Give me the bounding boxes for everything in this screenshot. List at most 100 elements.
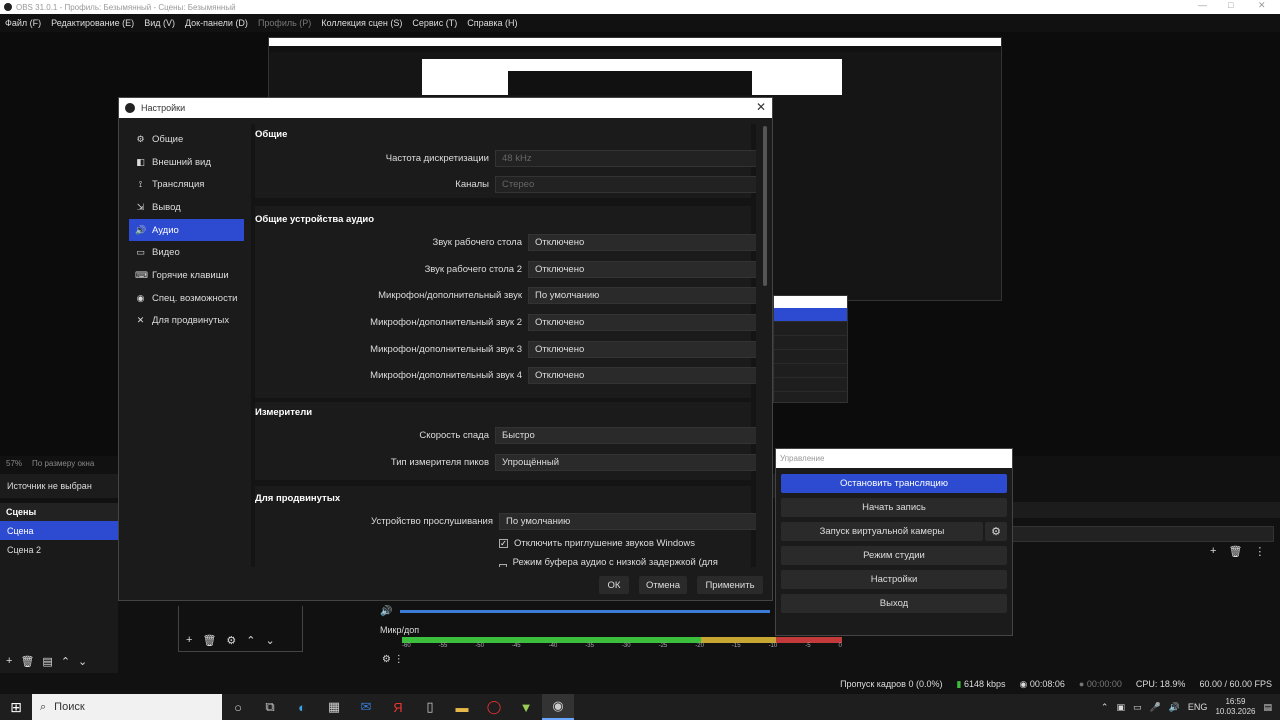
- nav-advanced[interactable]: ✕ Для продвинутых: [129, 310, 244, 333]
- add-source-icon[interactable]: +: [186, 634, 192, 646]
- nav-output[interactable]: ⇲ Вывод: [129, 196, 244, 219]
- zoom-mode: По размеру окна: [32, 458, 95, 468]
- tray-app-icon[interactable]: ▣: [1116, 702, 1125, 713]
- window-titlebar: OBS 31.0.1 - Профиль: Безымянный - Сцены…: [0, 0, 1280, 14]
- volume-tray-icon[interactable]: 🔊: [1169, 702, 1180, 713]
- menu-scene-collection[interactable]: Коллекция сцен (S): [321, 18, 402, 28]
- language-indicator[interactable]: ENG: [1188, 702, 1208, 712]
- clock[interactable]: 16:59 10.03.2026: [1215, 697, 1255, 717]
- monitoring-label: Устройство прослушивания: [371, 516, 493, 527]
- ducking-checkbox[interactable]: ✓: [499, 539, 508, 548]
- microphone-icon[interactable]: 🎤: [1149, 702, 1160, 713]
- settings-button[interactable]: Настройки: [781, 570, 1007, 589]
- opera-icon[interactable]: ◯: [478, 694, 510, 720]
- nav-stream[interactable]: ⟟ Трансляция: [129, 173, 244, 196]
- add-scene-icon[interactable]: +: [6, 655, 12, 667]
- taskbar-search[interactable]: ⌕ Поиск: [32, 694, 222, 720]
- volume-slider[interactable]: [400, 610, 770, 613]
- add-icon[interactable]: +: [1210, 545, 1216, 563]
- minimize-button[interactable]: —: [1198, 0, 1207, 10]
- decay-select[interactable]: Быстро: [495, 427, 756, 444]
- mic-audio-4-row: Микрофон/дополнительный звук 4 Отключено: [251, 367, 756, 384]
- menu-edit[interactable]: Редактирование (E): [51, 18, 134, 28]
- store-icon[interactable]: ▦: [318, 694, 350, 720]
- mic-audio-3-select[interactable]: Отключено: [528, 341, 756, 358]
- app-icon[interactable]: ▼: [510, 694, 542, 720]
- nav-hotkeys[interactable]: ⌨ Горячие клавиши: [129, 264, 244, 287]
- mixer-settings-icon[interactable]: ⚙ ⋮: [382, 654, 404, 665]
- studio-mode-button[interactable]: Режим студии: [781, 546, 1007, 565]
- nav-appearance[interactable]: ◧ Внешний вид: [129, 151, 244, 174]
- ducking-checkbox-row[interactable]: ✓ Отключить приглушение звуков Windows: [499, 538, 695, 549]
- scene-item[interactable]: Сцена: [0, 521, 118, 540]
- start-button[interactable]: ⊞: [0, 694, 32, 720]
- mic-audio-4-select[interactable]: Отключено: [528, 367, 756, 384]
- move-down-icon[interactable]: ⌄: [266, 634, 275, 647]
- low-latency-checkbox-row[interactable]: Режим буфера аудио с низкой задержкой (д…: [499, 557, 756, 567]
- volume-icon[interactable]: 🔊: [380, 606, 392, 617]
- close-icon[interactable]: ✕: [756, 100, 766, 114]
- file-icon[interactable]: ▯: [414, 694, 446, 720]
- monitoring-row: Устройство прослушивания По умолчанию: [251, 513, 756, 530]
- ok-button[interactable]: ОК: [599, 576, 629, 594]
- move-up-icon[interactable]: ⌃: [246, 634, 255, 647]
- cancel-button[interactable]: Отмена: [639, 576, 687, 594]
- nav-accessibility[interactable]: ◉ Спец. возможности: [129, 287, 244, 310]
- notifications-icon[interactable]: ▤: [1263, 702, 1272, 713]
- right-dock-toolbar: + 🗑 ⋮: [1210, 545, 1280, 563]
- remove-scene-icon[interactable]: 🗑: [20, 655, 34, 668]
- menu-tools[interactable]: Сервис (T): [412, 18, 457, 28]
- remove-source-icon[interactable]: 🗑: [202, 634, 216, 647]
- fps: 60.00 / 60.00 FPS: [1199, 679, 1272, 689]
- wrench-icon: ✕: [136, 315, 145, 326]
- nav-general[interactable]: ⚙ Общие: [129, 128, 244, 151]
- low-latency-label: Режим буфера аудио с низкой задержкой (д…: [512, 557, 718, 567]
- virtual-camera-button[interactable]: Запуск виртуальной камеры: [781, 522, 983, 541]
- dropped-frames: Пропуск кадров 0 (0.0%): [840, 679, 943, 689]
- network-icon[interactable]: ▭: [1133, 702, 1142, 713]
- start-record-button[interactable]: Начать запись: [781, 498, 1007, 517]
- tray-chevron-icon[interactable]: ⌃: [1101, 702, 1109, 713]
- folder-icon[interactable]: ▬: [446, 694, 478, 720]
- cortana-icon[interactable]: ○: [222, 694, 254, 720]
- apply-button[interactable]: Применить: [697, 576, 763, 594]
- nav-label: Вывод: [152, 201, 181, 213]
- trash-icon[interactable]: 🗑: [1228, 545, 1242, 563]
- stop-stream-button[interactable]: Остановить трансляцию: [781, 474, 1007, 493]
- peak-select[interactable]: Упрощённый: [495, 454, 756, 471]
- obs-taskbar-icon[interactable]: ◉: [542, 694, 574, 720]
- scene-filters-icon[interactable]: ▤: [42, 655, 52, 668]
- settings-scrollbar[interactable]: [763, 126, 767, 286]
- menu-file[interactable]: Файл (F): [5, 18, 41, 28]
- menu-bar: Файл (F) Редактирование (E) Вид (V) Док-…: [0, 14, 1280, 32]
- device-value: Отключено: [535, 344, 585, 355]
- scene-item[interactable]: Сцена 2: [0, 540, 118, 559]
- maximize-button[interactable]: □: [1228, 0, 1233, 10]
- exit-button[interactable]: Выход: [781, 594, 1007, 613]
- source-properties-icon[interactable]: ⚙: [226, 634, 236, 647]
- mic-audio-3-row: Микрофон/дополнительный звук 3 Отключено: [251, 341, 756, 358]
- more-icon[interactable]: ⋮: [1254, 545, 1265, 563]
- task-view-icon[interactable]: ⧉: [254, 694, 286, 720]
- desktop-audio-select[interactable]: Отключено: [528, 234, 756, 251]
- mic-audio-2-select[interactable]: Отключено: [528, 314, 756, 331]
- menu-view[interactable]: Вид (V): [144, 18, 175, 28]
- close-window-button[interactable]: ✕: [1258, 0, 1266, 11]
- mic-audio-select[interactable]: По умолчанию: [528, 287, 756, 304]
- gear-icon[interactable]: ⚙: [985, 522, 1007, 541]
- settings-dialog: Настройки ✕ ⚙ Общие ◧ Внешний вид ⟟ Трансля…: [118, 97, 773, 601]
- low-latency-checkbox[interactable]: [499, 563, 507, 567]
- meter-tick: -35: [585, 643, 594, 649]
- edge-icon[interactable]: ◐: [286, 694, 318, 720]
- desktop-audio-2-select[interactable]: Отключено: [528, 261, 756, 278]
- yandex-icon[interactable]: Я: [382, 694, 414, 720]
- move-down-icon[interactable]: ⌄: [78, 655, 87, 668]
- mail-icon[interactable]: ✉: [350, 694, 382, 720]
- monitoring-select[interactable]: По умолчанию: [499, 513, 756, 530]
- meter-tick: -10: [768, 643, 778, 649]
- move-up-icon[interactable]: ⌃: [61, 655, 70, 668]
- nav-video[interactable]: ▭ Видео: [129, 241, 244, 264]
- menu-docks[interactable]: Док-панели (D): [185, 18, 248, 28]
- nav-audio[interactable]: 🔊 Аудио: [129, 218, 244, 242]
- menu-help[interactable]: Справка (H): [467, 18, 517, 28]
